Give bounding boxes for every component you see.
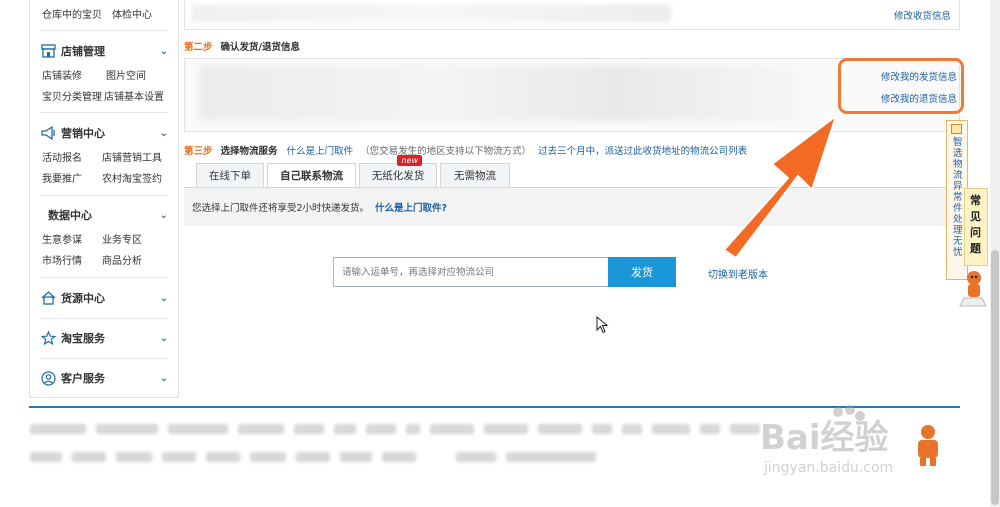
sidebar-link-product-analysis[interactable]: 商品分析 — [102, 252, 142, 267]
tab-self-contact[interactable]: 自己联系物流 — [267, 163, 356, 187]
sidebar-link-image-space[interactable]: 图片空间 — [106, 67, 146, 82]
sidebar-link-basic-settings[interactable]: 店铺基本设置 — [104, 88, 164, 103]
tracking-number-input[interactable] — [333, 257, 609, 287]
step2-header: 第二步 确认发货/退货信息 — [184, 39, 300, 53]
sidebar-link-decoration[interactable]: 店铺装修 — [42, 67, 82, 82]
pickup-notice-link[interactable]: 什么是上门取件? — [375, 200, 447, 214]
sidebar-link-checkup[interactable]: 体检中心 — [112, 6, 152, 21]
sidebar-section-taobao-title: 淘宝服务 — [61, 332, 105, 345]
sidebar-divider — [40, 195, 168, 196]
pickup-info-link[interactable]: 什么是上门取件 — [287, 146, 354, 157]
watermark-url: jingyan.baidu.com — [763, 460, 893, 476]
notepad-icon — [951, 124, 962, 134]
sidebar-link-rural-taobao[interactable]: 农村淘宝签约 — [102, 170, 162, 185]
sidebar-section-data[interactable]: 数据中心 ⌄ — [40, 207, 168, 223]
annotation-highlight-box — [838, 58, 964, 114]
sidebar-section-shop[interactable]: 店铺管理 ⌄ — [40, 43, 168, 59]
sidebar-marketing-row-1: 活动报名 店铺营销工具 — [42, 149, 172, 164]
sidebar-data-row-1: 生意参谋 业务专区 — [42, 231, 152, 246]
sidebar-link-signup[interactable]: 活动报名 — [42, 149, 82, 164]
edit-receive-info-link[interactable]: 修改收货信息 — [894, 8, 951, 22]
sidebar-link-promotion[interactable]: 我要推广 — [42, 170, 82, 185]
chevron-down-icon[interactable]: ⌄ — [160, 46, 168, 57]
sidebar-link-business-advisor[interactable]: 生意参谋 — [42, 231, 82, 246]
tab-label: 无需物流 — [454, 170, 496, 182]
logistics-tabs: 在线下单 自己联系物流 无纸化发货 new 无需物流 — [196, 155, 513, 187]
sidebar-section-customer[interactable]: 客户服务 ⌄ — [40, 370, 168, 386]
sidebar-divider — [40, 277, 168, 278]
sidebar-section-source-title: 货源中心 — [61, 292, 105, 305]
logistics-exception-text: 智选物流异常件处理无忧 — [953, 137, 963, 258]
mouse-cursor-icon — [596, 316, 609, 334]
sidebar-link-category[interactable]: 宝贝分类管理 — [42, 88, 102, 103]
sidebar: 仓库中的宝贝 体检中心 店铺管理 ⌄ 店铺装修 图片空间 宝贝分类管理 店铺基本… — [29, 0, 179, 398]
tab-label: 自己联系物流 — [280, 170, 343, 182]
footer-divider — [29, 406, 960, 408]
chevron-down-icon[interactable]: ⌄ — [160, 333, 168, 344]
sidebar-divider — [40, 112, 168, 113]
sidebar-link-business-zone[interactable]: 业务专区 — [102, 231, 142, 246]
star-icon — [40, 330, 56, 346]
sidebar-link-warehouse[interactable]: 仓库中的宝贝 — [42, 6, 102, 21]
chevron-down-icon[interactable]: ⌄ — [160, 128, 168, 139]
shop-icon — [40, 43, 56, 59]
user-icon — [40, 370, 56, 386]
sidebar-section-shop-title: 店铺管理 — [61, 45, 105, 58]
step2-number: 第二步 — [184, 42, 213, 53]
sidebar-section-data-title: 数据中心 — [48, 209, 92, 222]
sidebar-section-marketing-title: 营销中心 — [61, 127, 105, 140]
watermark-brand: Bai经验 — [760, 418, 889, 458]
sidebar-link-market[interactable]: 市场行情 — [42, 252, 82, 267]
ship-button[interactable]: 发货 — [608, 257, 676, 287]
tab-paperless[interactable]: 无纸化发货 new — [359, 155, 437, 187]
tab-label: 无纸化发货 — [371, 170, 425, 182]
chevron-down-icon[interactable]: ⌄ — [160, 293, 168, 304]
blurred-ship-info — [199, 65, 799, 121]
tab-no-logistics[interactable]: 无需物流 — [440, 163, 510, 187]
baidu-watermark: Bai经验 jingyan.baidu.com — [760, 405, 938, 476]
receive-info-box: 修改收货信息 — [184, 0, 960, 30]
sidebar-marketing-row-2: 我要推广 农村淘宝签约 — [42, 170, 172, 185]
footer-links-blurred — [30, 424, 770, 434]
megaphone-icon — [40, 125, 56, 141]
sidebar-data-row-2: 市场行情 商品分析 — [42, 252, 152, 267]
scrollbar-thumb[interactable] — [991, 250, 999, 505]
chevron-down-icon[interactable]: ⌄ — [160, 210, 168, 221]
home-icon — [40, 290, 56, 306]
switch-old-version-link[interactable]: 切换到老版本 — [708, 266, 768, 281]
blurred-receive-info — [191, 4, 671, 22]
tab-label: 在线下单 — [209, 170, 251, 182]
sidebar-divider — [40, 358, 168, 359]
sidebar-section-taobao[interactable]: 淘宝服务 ⌄ — [40, 330, 168, 346]
step3-number: 第三步 — [184, 146, 213, 157]
sidebar-divider — [40, 318, 168, 319]
faq-widget[interactable]: 常见问题 — [964, 188, 988, 266]
sidebar-section-marketing[interactable]: 营销中心 ⌄ — [40, 125, 168, 141]
courier-history-link[interactable]: 过去三个月中，派送过此收货地址的物流公司列表 — [538, 146, 747, 157]
step3-header: 第三步 选择物流服务 什么是上门取件 （您交易发生的地区支持以下物流方式） 过去三… — [184, 143, 747, 157]
footer-links-blurred — [30, 452, 606, 462]
sidebar-warehouse-row: 仓库中的宝贝 体检中心 — [42, 6, 162, 21]
new-badge: new — [397, 155, 422, 166]
sidebar-section-customer-title: 客户服务 — [61, 372, 105, 385]
pickup-notice-text: 您选择上门取件还将享受2小时快递发货。 — [192, 203, 370, 214]
sidebar-shop-row-1: 店铺装修 图片空间 — [42, 67, 156, 82]
step3-note: （您交易发生的地区支持以下物流方式） — [360, 146, 532, 157]
pickup-notice: 您选择上门取件还将享受2小时快递发货。 什么是上门取件? — [184, 188, 960, 226]
step2-title: 确认发货/退货信息 — [220, 42, 300, 53]
sidebar-divider — [40, 30, 168, 31]
sidebar-section-source[interactable]: 货源中心 ⌄ — [40, 290, 168, 306]
chevron-down-icon[interactable]: ⌄ — [160, 373, 168, 384]
sidebar-shop-row-2: 宝贝分类管理 店铺基本设置 — [42, 88, 174, 103]
mascot-icon — [959, 271, 987, 307]
step3-title: 选择物流服务 — [220, 146, 278, 157]
sidebar-link-marketing-tools[interactable]: 店铺营销工具 — [102, 149, 162, 164]
tab-online-order[interactable]: 在线下单 — [196, 163, 264, 187]
